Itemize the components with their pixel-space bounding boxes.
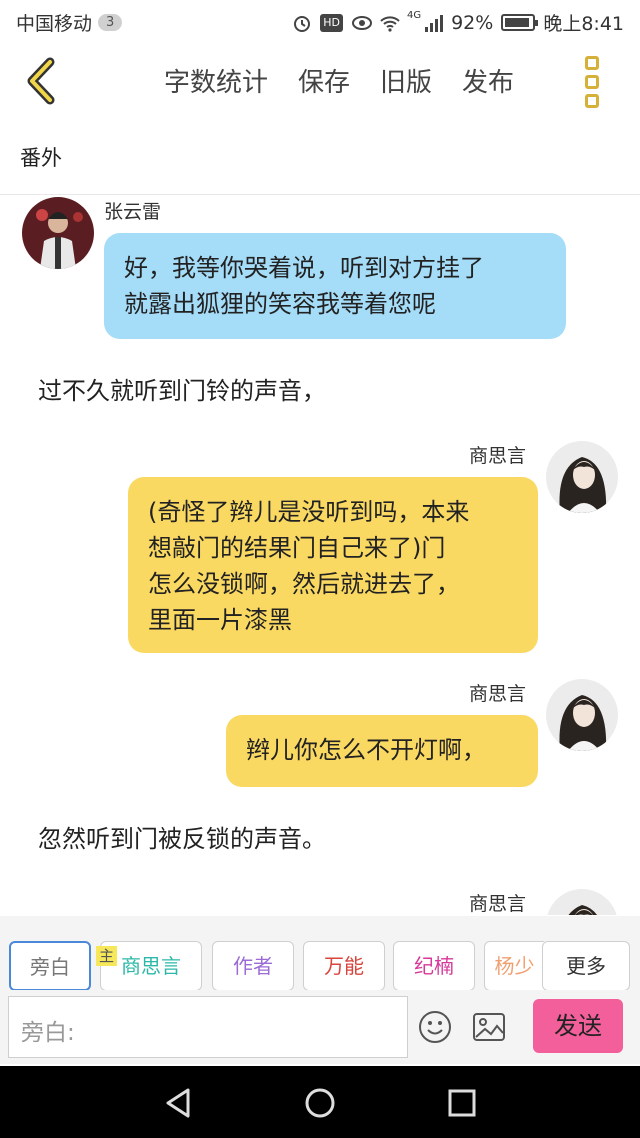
emoji-button[interactable] — [418, 1010, 452, 1044]
send-button[interactable]: 发送 — [533, 999, 623, 1053]
speaker-name: 商思言 — [469, 893, 527, 915]
chat-bubble[interactable]: 好，我等你哭着说，听到对方挂了 就露出狐狸的笑容我等着您呢 — [104, 233, 566, 339]
chapter-title: 番外 — [20, 146, 62, 170]
speaker-name: 商思言 — [469, 683, 527, 705]
message-input[interactable]: 旁白: — [8, 996, 408, 1058]
bubble-text-line: 里面一片漆黑 — [148, 606, 292, 634]
old-version-button[interactable]: 旧版 — [380, 62, 432, 99]
notification-count-badge: 3 — [98, 14, 123, 31]
battery-icon — [501, 14, 539, 31]
chat-bubble[interactable]: 辫儿你怎么不开灯啊， — [226, 715, 538, 787]
circle-home-icon — [305, 1088, 335, 1118]
alarm-icon — [292, 13, 312, 33]
bubble-text-line: 想敲门的结果门自己来了)门 — [148, 534, 446, 562]
bubble-text-line: 就露出狐狸的笑容我等着您呢 — [124, 290, 436, 318]
speaker-name: 张云雷 — [104, 201, 162, 223]
network-type: 4G — [406, 10, 422, 21]
square-recents-icon — [448, 1089, 476, 1117]
wifi-icon — [379, 13, 400, 33]
chat-bubble[interactable]: (奇怪了辫儿是没听到吗，本来 想敲门的结果门自己来了)门 怎么没锁啊，然后就进去… — [128, 477, 538, 653]
nav-recents-button[interactable] — [445, 1086, 479, 1120]
role-tab-yang-shao[interactable]: 杨少 — [484, 941, 544, 991]
input-bar: 旁白: 发送 — [0, 990, 640, 1064]
bubble-text-line: 好，我等你哭着说，听到对方挂了 — [124, 254, 484, 282]
more-roles-button[interactable]: 更多 — [542, 941, 630, 991]
image-button[interactable] — [472, 1012, 506, 1042]
save-button[interactable]: 保存 — [298, 62, 350, 99]
back-button[interactable] — [18, 56, 68, 106]
more-menu-button[interactable] — [580, 56, 604, 108]
narration-text[interactable]: 忽然听到门被反锁的声音。 — [38, 819, 326, 854]
role-tab-universal[interactable]: 万能 — [303, 941, 385, 991]
smiley-icon — [419, 1011, 451, 1043]
carrier-name: 中国移动 — [16, 13, 93, 35]
role-tab-narrator[interactable]: 旁白 — [9, 941, 91, 991]
hd-icon: HD — [320, 13, 343, 32]
bubble-text-line: (奇怪了辫儿是没听到吗，本来 — [148, 498, 470, 526]
main-role-badge: 主 — [96, 946, 118, 966]
role-tab-author[interactable]: 作者 — [212, 941, 294, 991]
top-toolbar: 字数统计 保存 旧版 发布 — [0, 44, 640, 120]
nav-home-button[interactable] — [303, 1086, 337, 1120]
battery-percent: 92% — [451, 11, 494, 34]
bubble-text-line: 怎么没锁啊，然后就进去了， — [148, 570, 460, 598]
system-navigation-bar — [0, 1066, 640, 1138]
image-icon — [473, 1013, 505, 1041]
avatar-zhang-yunlei[interactable] — [22, 197, 94, 269]
more-dots-icon — [585, 56, 599, 70]
publish-button[interactable]: 发布 — [462, 62, 514, 99]
bubble-text-line: 辫儿你怎么不开灯啊， — [246, 736, 486, 764]
narration-text[interactable]: 过不久就听到门铃的声音， — [38, 371, 326, 406]
avatar-shang-siyan[interactable] — [546, 679, 618, 751]
chat-area[interactable]: 张云雷 好，我等你哭着说，听到对方挂了 就露出狐狸的笑容我等着您呢 过不久就听到… — [0, 195, 640, 915]
triangle-back-icon — [166, 1088, 190, 1118]
signal-icon — [423, 13, 444, 33]
chevron-left-icon — [27, 57, 55, 105]
word-count-button[interactable]: 字数统计 — [164, 62, 268, 99]
avatar-shang-siyan[interactable] — [546, 889, 618, 915]
role-tab-ji-nan[interactable]: 纪楠 — [393, 941, 475, 991]
status-bar: 中国移动 3 HD 4G 92% 晚上8:41 — [0, 0, 640, 44]
speaker-name: 商思言 — [469, 445, 527, 467]
avatar-shang-siyan[interactable] — [546, 441, 618, 513]
eye-icon — [351, 13, 372, 33]
nav-back-button[interactable] — [162, 1086, 196, 1120]
clock: 晚上8:41 — [543, 13, 624, 35]
